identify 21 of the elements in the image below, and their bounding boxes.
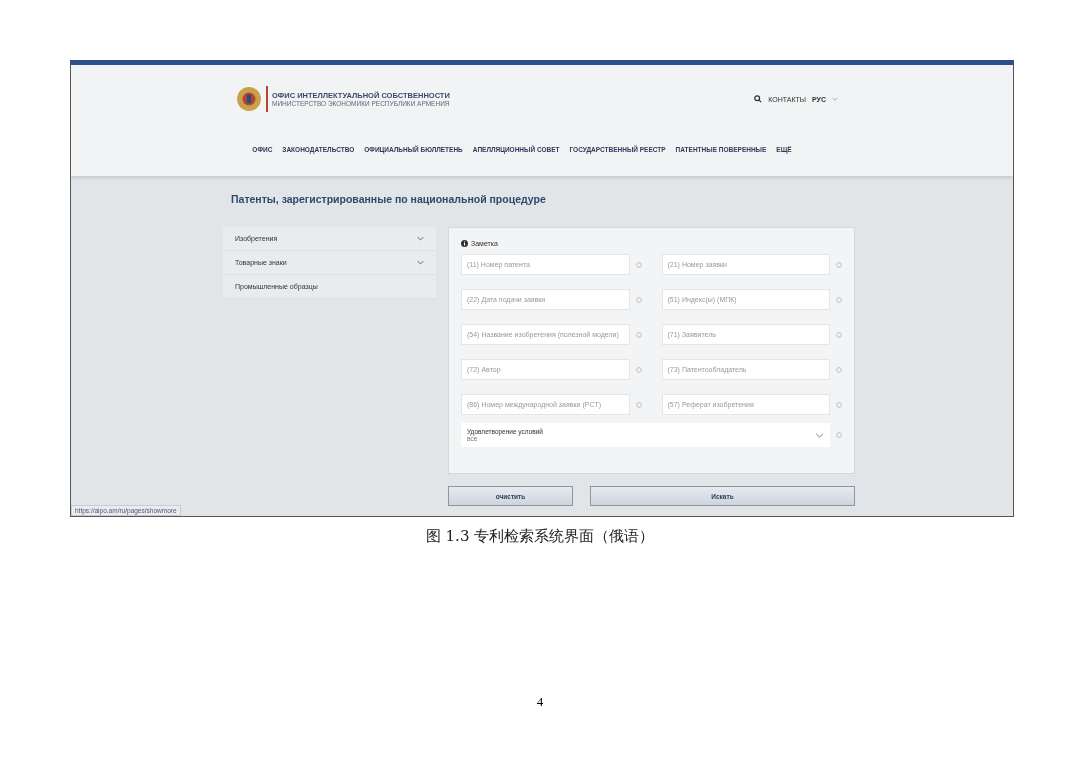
help-icon[interactable] [836, 432, 842, 438]
help-icon[interactable] [635, 261, 642, 268]
page-title: Патенты, зарегистрированные по национальной процедуре [231, 193, 547, 205]
chevron-icon [417, 260, 424, 265]
page-number: 4 [535, 694, 545, 710]
help-icon[interactable] [635, 401, 642, 408]
help-icon[interactable] [836, 366, 842, 373]
chevron-icon [832, 97, 838, 101]
chevron-icon [815, 432, 824, 438]
info-icon [461, 240, 468, 247]
help-icon[interactable] [836, 401, 842, 408]
help-icon[interactable] [836, 331, 842, 338]
help-icon[interactable] [635, 296, 642, 303]
help-icon[interactable] [836, 261, 842, 268]
figure-caption: 图 1.3 专利检索系统界面（俄语） [424, 527, 656, 546]
emblem-icon [236, 86, 262, 112]
search-icon[interactable] [754, 95, 763, 103]
help-icon[interactable] [635, 366, 642, 373]
chevron-icon [417, 236, 424, 241]
help-icon[interactable] [635, 331, 642, 338]
help-icon[interactable] [836, 296, 842, 303]
